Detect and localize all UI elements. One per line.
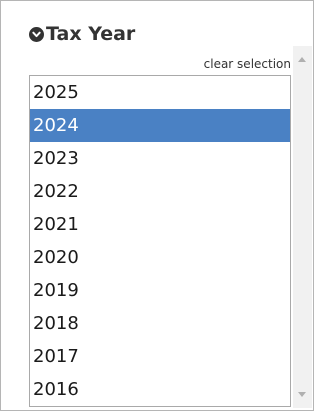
year-option[interactable]: 2025 <box>30 76 290 109</box>
year-option[interactable]: 2022 <box>30 175 290 208</box>
clear-selection-link[interactable]: clear selection <box>179 57 291 71</box>
year-option[interactable]: 2018 <box>30 307 290 340</box>
chevron-down-glyph <box>32 31 41 37</box>
tax-year-filter-panel: Tax Year clear selection 2025 2024 2023 … <box>0 0 314 411</box>
year-option[interactable]: 2017 <box>30 340 290 373</box>
year-option[interactable]: 2016 <box>30 373 290 406</box>
scroll-down-arrow-icon[interactable] <box>298 392 306 397</box>
year-option[interactable]: 2019 <box>30 274 290 307</box>
year-option[interactable]: 2020 <box>30 241 290 274</box>
scrollbar[interactable] <box>293 46 312 408</box>
scroll-up-arrow-icon[interactable] <box>298 57 306 62</box>
year-option[interactable]: 2024 <box>30 109 290 142</box>
tax-year-listbox[interactable]: 2025 2024 2023 2022 2021 2020 2019 2018 … <box>29 75 291 407</box>
year-option[interactable]: 2023 <box>30 142 290 175</box>
section-title: Tax Year <box>46 23 136 45</box>
chevron-down-circle-icon[interactable] <box>29 26 44 42</box>
year-option[interactable]: 2021 <box>30 208 290 241</box>
section-header[interactable]: Tax Year <box>29 19 135 49</box>
